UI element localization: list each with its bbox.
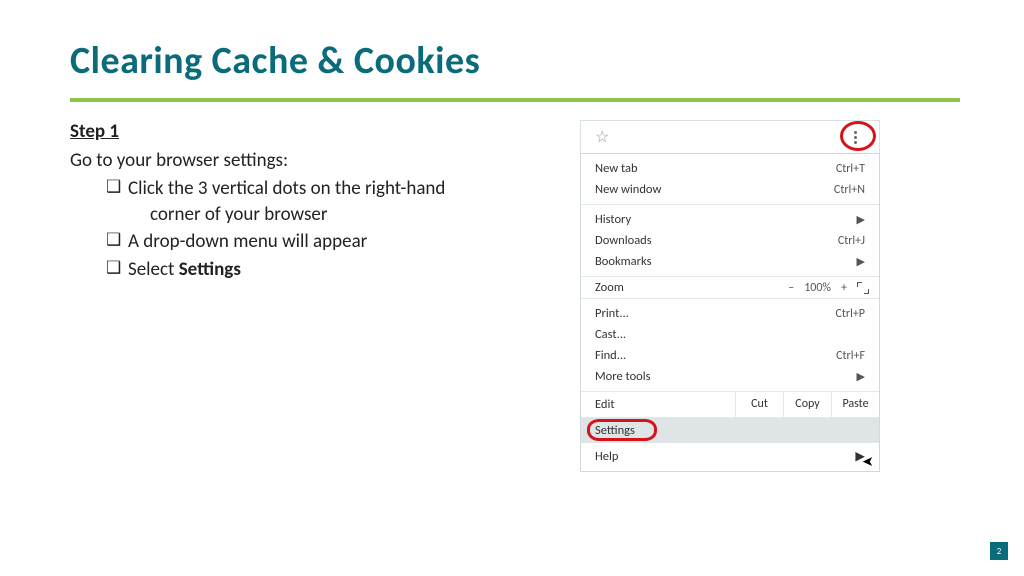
kebab-menu-button[interactable] (841, 126, 869, 148)
menu-item-downloads[interactable]: Downloads Ctrl+J (581, 230, 879, 251)
bullet-item: Select Settings (106, 257, 550, 283)
menu-item-more-tools[interactable]: More tools ▶ (581, 366, 879, 387)
menu-label: Help (595, 449, 618, 464)
menu-item-zoom: Zoom – 100% + (581, 277, 879, 298)
menu-shortcut: Ctrl+J (838, 234, 865, 248)
menu-item-new-window[interactable]: New window Ctrl+N (581, 179, 879, 200)
edit-cut-button[interactable]: Cut (735, 392, 783, 417)
menu-item-find[interactable]: Find... Ctrl+F (581, 345, 879, 366)
bullet-text-cont: corner of your browser (128, 202, 550, 228)
content-row: Step 1 Go to your browser settings: Clic… (70, 120, 954, 472)
slide-title: Clearing Cache & Cookies (70, 38, 954, 84)
menu-shortcut: Ctrl+N (834, 183, 865, 197)
bullet-text: Select (128, 258, 179, 281)
menu-label: Bookmarks (595, 254, 849, 269)
menu-item-new-tab[interactable]: New tab Ctrl+T (581, 158, 879, 179)
bullet-item: A drop-down menu will appear (106, 229, 550, 255)
instructions-column: Step 1 Go to your browser settings: Clic… (70, 120, 550, 472)
zoom-in-button[interactable]: + (841, 281, 847, 295)
page-number: 2 (990, 542, 1008, 560)
cursor-icon: ➤ (862, 453, 874, 470)
menu-label: Cast... (595, 327, 865, 342)
menu-item-cast[interactable]: Cast... (581, 324, 879, 345)
menu-item-edit: Edit Cut Copy Paste (581, 391, 879, 417)
step-intro: Go to your browser settings: (70, 149, 550, 172)
star-icon[interactable]: ☆ (595, 127, 609, 147)
menu-item-history[interactable]: History ▶ (581, 209, 879, 230)
step-label: Step 1 (70, 120, 550, 143)
menu-label: Edit (581, 392, 735, 417)
chevron-right-icon: ▶ (857, 213, 865, 226)
menu-item-help[interactable]: Help ▶ ➤ (581, 443, 879, 471)
dropdown-menu: New tab Ctrl+T New window Ctrl+N History… (580, 154, 880, 472)
chevron-right-icon: ▶ (857, 370, 865, 383)
menu-item-print[interactable]: Print... Ctrl+P (581, 303, 879, 324)
fullscreen-icon[interactable] (857, 282, 869, 294)
zoom-out-button[interactable]: – (788, 281, 794, 295)
edit-copy-button[interactable]: Copy (783, 392, 831, 417)
menu-item-bookmarks[interactable]: Bookmarks ▶ (581, 251, 879, 272)
menu-label: Settings (595, 423, 635, 438)
edit-paste-button[interactable]: Paste (831, 392, 879, 417)
menu-label: New tab (595, 161, 836, 176)
chevron-right-icon: ▶ (857, 255, 865, 268)
menu-label: History (595, 212, 849, 227)
bullet-item: Click the 3 vertical dots on the right-h… (106, 176, 550, 227)
screenshot-column: ☆ New tab Ctrl+T New window Ctrl+N (580, 120, 880, 472)
menu-label: New window (595, 182, 834, 197)
menu-label: Zoom (595, 280, 788, 295)
menu-shortcut: Ctrl+F (836, 349, 865, 363)
bullet-bold: Settings (179, 258, 241, 281)
menu-label: Find... (595, 348, 836, 363)
menu-shortcut: Ctrl+T (836, 162, 865, 176)
menu-item-settings[interactable]: Settings (581, 418, 879, 443)
bullet-list: Click the 3 vertical dots on the right-h… (70, 176, 550, 283)
vertical-dots-icon (854, 131, 857, 144)
bullet-text: Click the 3 vertical dots on the right-h… (128, 177, 445, 200)
zoom-value: 100% (804, 281, 831, 295)
browser-toolbar: ☆ (580, 120, 880, 154)
menu-label: Downloads (595, 233, 838, 248)
title-rule (70, 98, 960, 102)
menu-label: More tools (595, 369, 849, 384)
bullet-text: A drop-down menu will appear (128, 230, 367, 253)
slide: Clearing Cache & Cookies Step 1 Go to yo… (0, 0, 1024, 576)
menu-shortcut: Ctrl+P (835, 307, 865, 321)
menu-label: Print... (595, 306, 835, 321)
